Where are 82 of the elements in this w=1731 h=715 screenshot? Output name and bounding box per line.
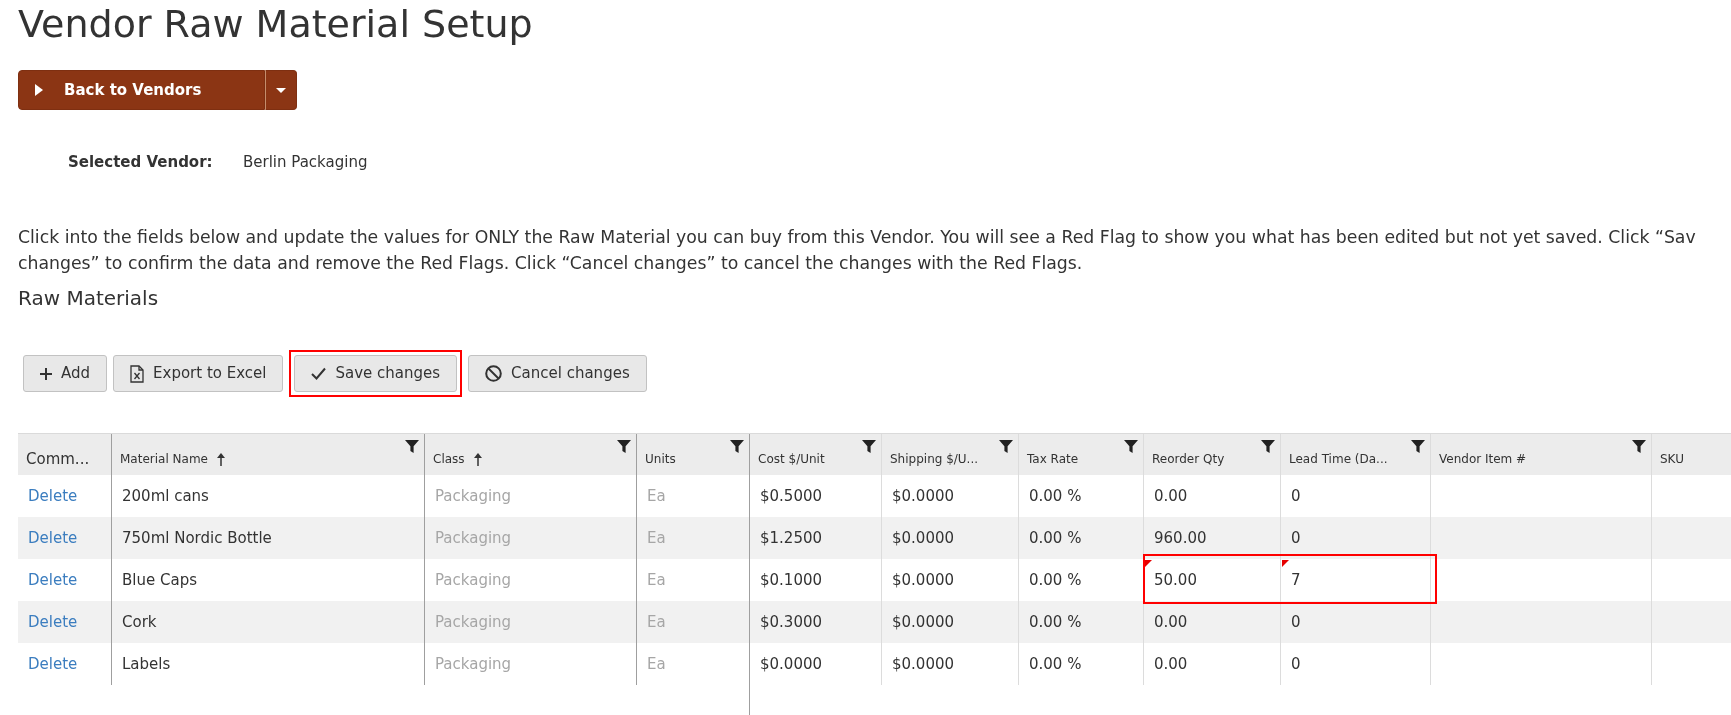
table-cell[interactable]: $0.5000 xyxy=(760,484,823,508)
table-cell[interactable]: 7 xyxy=(1291,568,1301,592)
cancel-button[interactable]: Cancel changes xyxy=(468,355,647,392)
filter-icon[interactable] xyxy=(1261,440,1275,453)
table-cell[interactable]: Labels xyxy=(122,652,171,676)
table-cell-text: Ea xyxy=(647,653,666,675)
dropdown-toggle-button[interactable] xyxy=(265,70,297,110)
file-icon xyxy=(130,364,145,383)
filter-icon[interactable] xyxy=(405,440,419,453)
filter-icon[interactable] xyxy=(1411,440,1425,453)
filter-icon[interactable] xyxy=(862,440,876,453)
table-cell[interactable]: $0.1000 xyxy=(760,568,823,592)
table-cell[interactable]: $0.0000 xyxy=(760,652,823,676)
table-cell[interactable]: 0.00 xyxy=(1154,484,1188,508)
filter-icon[interactable] xyxy=(730,440,744,453)
check-icon xyxy=(311,367,327,380)
column-header[interactable]: Material Name xyxy=(120,450,225,468)
table-cell[interactable]: 0 xyxy=(1291,526,1301,550)
table-cell[interactable]: 960.00 xyxy=(1154,526,1207,550)
table-cell[interactable]: $0.0000 xyxy=(892,484,955,508)
delete-link[interactable]: Delete xyxy=(28,526,78,550)
filter-icon[interactable] xyxy=(999,440,1013,453)
selected-vendor-name: Berlin Packaging xyxy=(243,152,368,173)
table-cell[interactable]: 750ml Nordic Bottle xyxy=(122,526,272,550)
table-cell[interactable]: 50.00 xyxy=(1154,568,1197,592)
table-cell[interactable]: 200ml cans xyxy=(122,484,209,508)
plus-icon xyxy=(40,367,52,380)
table-cell[interactable]: 0.00 % xyxy=(1029,568,1082,592)
table-cell[interactable]: $0.0000 xyxy=(892,652,955,676)
table-cell-text: Packaging xyxy=(435,653,512,675)
table-cell[interactable]: 0.00 % xyxy=(1029,526,1082,550)
table-cell[interactable]: Blue Caps xyxy=(122,568,197,592)
table-cell[interactable]: 0 xyxy=(1291,484,1301,508)
delete-link[interactable]: Delete xyxy=(28,568,78,592)
selected-vendor-label: Selected Vendor: xyxy=(68,152,214,173)
table-cell-text: Packaging xyxy=(435,527,512,549)
delete-link[interactable]: Delete xyxy=(28,610,78,634)
column-header[interactable]: Vendor Item # xyxy=(1439,450,1527,468)
filter-icon[interactable] xyxy=(1632,440,1646,453)
column-header[interactable]: Cost $/Unit xyxy=(758,450,825,468)
table-cell[interactable]: 0.00 % xyxy=(1029,652,1082,676)
table-cell[interactable]: $0.3000 xyxy=(760,610,823,634)
export-button[interactable]: Export to Excel xyxy=(113,355,284,392)
table-cell-text: Ea xyxy=(647,569,666,591)
column-header[interactable]: Units xyxy=(645,450,676,468)
table-cell[interactable]: 0.00 % xyxy=(1029,610,1082,634)
section-title: Raw Materials xyxy=(18,285,160,312)
table-cell-text: Ea xyxy=(647,485,666,507)
table-cell-text: Ea xyxy=(647,611,666,633)
table-cell-text: Packaging xyxy=(435,611,512,633)
table-cell[interactable]: 0 xyxy=(1291,610,1301,634)
table-cell[interactable]: Cork xyxy=(122,610,157,634)
instruction-text: Click into the fields below and update the values for ONLY the Raw Material you can buy from this Vendor. You will see a Red Flag to show you what has been edited but not yet saved. Click “Sav changes” to confirm the data and remove the Red Flags. Click “Cancel changes” to cancel the changes with the Red Flags. xyxy=(18,226,1697,275)
column-header[interactable]: Tax Rate xyxy=(1027,450,1079,468)
column-header[interactable]: SKU xyxy=(1660,450,1684,468)
table-cell[interactable]: 0.00 xyxy=(1154,652,1188,676)
column-header[interactable]: Reorder Qty xyxy=(1152,450,1225,468)
delete-link[interactable]: Delete xyxy=(28,484,78,508)
ban-icon xyxy=(485,365,503,382)
table-cell[interactable]: $0.0000 xyxy=(892,610,955,634)
table-cell[interactable]: 0.00 xyxy=(1154,610,1188,634)
filter-icon[interactable] xyxy=(1124,440,1138,453)
filter-icon[interactable] xyxy=(617,440,631,453)
table-cell[interactable]: $0.0000 xyxy=(892,568,955,592)
page-title: Vendor Raw Material Setup xyxy=(18,1,534,48)
table-cell[interactable]: $0.0000 xyxy=(892,526,955,550)
column-header[interactable]: Lead Time (Da... xyxy=(1289,450,1388,468)
table-cell-text: Packaging xyxy=(435,569,512,591)
table-cell-text: Ea xyxy=(647,527,666,549)
column-header[interactable]: Class xyxy=(433,450,482,468)
column-header[interactable]: Shipping $/U... xyxy=(890,450,979,468)
caret-down-icon xyxy=(276,87,286,93)
column-header[interactable]: Comm... xyxy=(26,448,90,471)
save-button[interactable]: Save changes xyxy=(294,355,458,392)
delete-link[interactable]: Delete xyxy=(28,652,78,676)
back-to-vendors-button[interactable]: Back to Vendors xyxy=(18,70,265,110)
table-cell[interactable]: $1.2500 xyxy=(760,526,823,550)
caret-right-icon xyxy=(35,84,43,96)
add-button[interactable]: Add xyxy=(23,355,108,392)
table-cell[interactable]: 0.00 % xyxy=(1029,484,1082,508)
table-cell[interactable]: 0 xyxy=(1291,652,1301,676)
table-cell-text: Packaging xyxy=(435,485,512,507)
